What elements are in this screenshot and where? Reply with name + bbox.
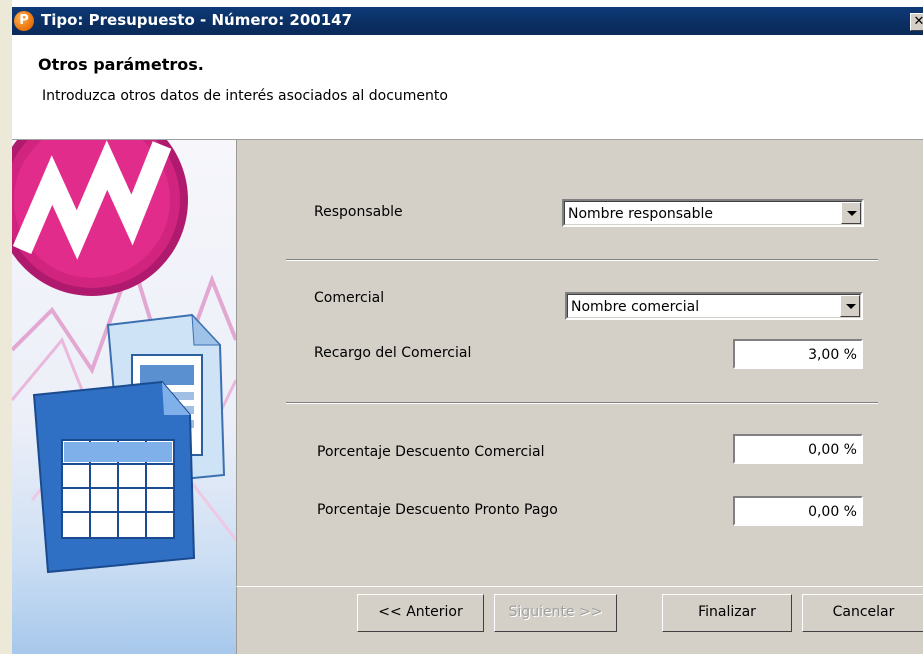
page-subtitle: Introduzca otros datos de interés asocia… bbox=[42, 88, 448, 104]
wizard-window: P Tipo: Presupuesto - Número: 200147 ✕ O… bbox=[0, 0, 923, 654]
close-icon[interactable]: ✕ bbox=[910, 13, 923, 31]
app-logo-icon: P bbox=[14, 11, 34, 31]
next-button[interactable]: Siguiente >> bbox=[494, 594, 617, 632]
back-button[interactable]: << Anterior bbox=[357, 594, 484, 632]
documents-illustration-icon bbox=[12, 140, 236, 574]
descuento-comercial-value: 0,00 % bbox=[808, 442, 857, 458]
chevron-down-icon[interactable] bbox=[840, 295, 860, 317]
title-bar[interactable]: P Tipo: Presupuesto - Número: 200147 ✕ bbox=[12, 7, 923, 35]
responsable-label: Responsable bbox=[314, 204, 403, 220]
wizard-footer: << Anterior Siguiente >> Finalizar Cance… bbox=[236, 586, 923, 654]
wizard-header: Otros parámetros. Introduzca otros datos… bbox=[12, 35, 923, 139]
comercial-select[interactable]: Nombre comercial bbox=[565, 292, 863, 320]
wizard-side-graphic bbox=[12, 140, 236, 654]
chevron-down-icon[interactable] bbox=[841, 202, 861, 224]
descuento-pronto-pago-value: 0,00 % bbox=[808, 504, 857, 520]
cancel-button[interactable]: Cancelar bbox=[802, 594, 923, 632]
descuento-pronto-pago-label: Porcentaje Descuento Pronto Pago bbox=[317, 502, 558, 518]
window-edge bbox=[0, 0, 12, 654]
form-panel: Responsable Nombre responsable Comercial… bbox=[236, 140, 923, 586]
responsable-select-value: Nombre responsable bbox=[568, 206, 714, 222]
descuento-comercial-input[interactable]: 0,00 % bbox=[733, 434, 863, 464]
section-divider bbox=[286, 402, 878, 404]
recargo-label: Recargo del Comercial bbox=[314, 345, 472, 361]
window-title: Tipo: Presupuesto - Número: 200147 bbox=[41, 11, 353, 29]
descuento-pronto-pago-input[interactable]: 0,00 % bbox=[733, 496, 863, 526]
responsable-select[interactable]: Nombre responsable bbox=[562, 199, 864, 227]
recargo-input[interactable]: 3,00 % bbox=[733, 339, 863, 369]
section-divider bbox=[286, 259, 878, 261]
comercial-label: Comercial bbox=[314, 290, 385, 306]
recargo-value: 3,00 % bbox=[808, 347, 857, 363]
descuento-comercial-label: Porcentaje Descuento Comercial bbox=[317, 444, 545, 460]
finish-button[interactable]: Finalizar bbox=[662, 594, 792, 632]
page-title: Otros parámetros. bbox=[38, 55, 204, 74]
comercial-select-value: Nombre comercial bbox=[571, 299, 700, 315]
